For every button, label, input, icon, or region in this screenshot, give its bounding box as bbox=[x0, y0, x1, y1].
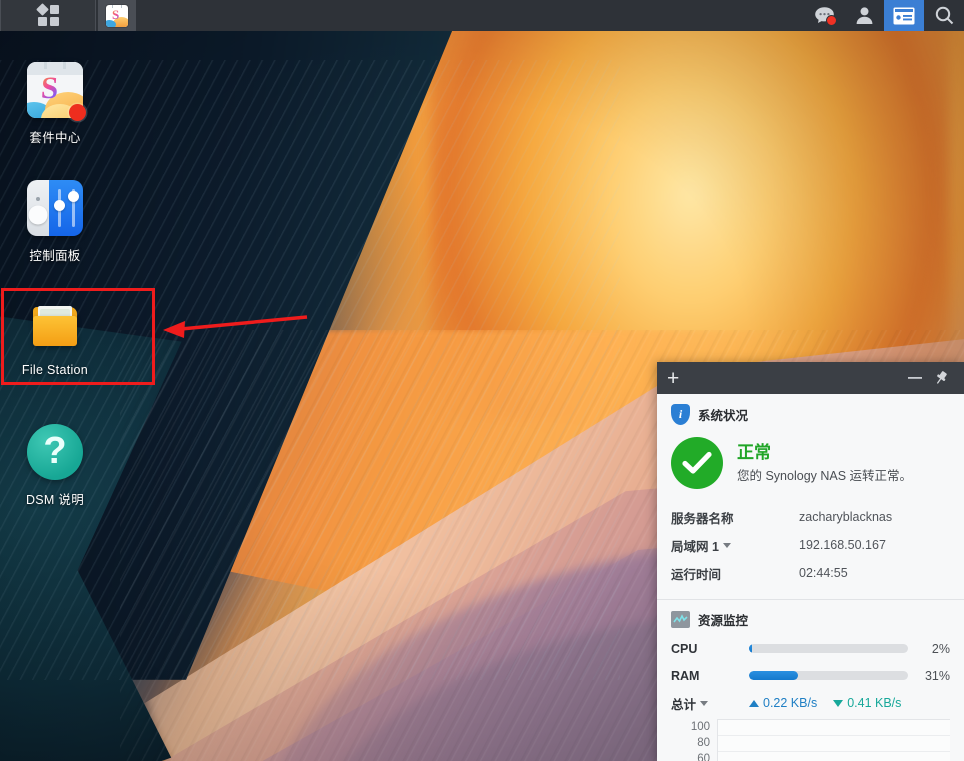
notification-badge bbox=[826, 15, 837, 26]
minimize-icon bbox=[908, 377, 922, 379]
taskbar-app-package-center[interactable]: S bbox=[98, 0, 136, 31]
network-label: 总计 bbox=[671, 697, 697, 712]
download-value: 0.41 KB/s bbox=[847, 696, 902, 710]
info-key: 局域网 1 bbox=[671, 539, 719, 554]
desktop-icon-dsm-help[interactable]: ? DSM 说明 bbox=[0, 424, 110, 508]
search-icon bbox=[935, 6, 953, 25]
add-widget-button[interactable]: + bbox=[667, 368, 679, 389]
dsm-desktop: S S 套件中心 控制面板 File Station ? DSM 说明 + i … bbox=[0, 0, 964, 761]
status-ok-icon bbox=[671, 437, 723, 489]
desktop-icon-label: 套件中心 bbox=[29, 131, 81, 145]
search-button[interactable] bbox=[924, 0, 964, 31]
minimize-widgets-button[interactable] bbox=[902, 365, 928, 391]
status-message: 您的 Synology NAS 运转正常。 bbox=[737, 469, 913, 484]
y-tick: 100 bbox=[690, 721, 710, 733]
desktop-icon-label: 控制面板 bbox=[29, 249, 81, 263]
update-badge bbox=[69, 104, 86, 121]
resource-chart: 100 80 60 bbox=[671, 717, 950, 761]
package-center-icon: S bbox=[27, 62, 86, 121]
widget-panel: + i 系统状况 正常 您的 Synology NAS 运转正常。 服务器名称 … bbox=[657, 362, 964, 761]
question-mark-icon: ? bbox=[27, 424, 83, 480]
chart-y-axis: 100 80 60 bbox=[671, 719, 717, 761]
app-grid-icon bbox=[35, 3, 59, 26]
widgets-button[interactable] bbox=[884, 0, 924, 31]
resource-monitor-title: 资源监控 bbox=[698, 614, 749, 628]
info-key: 服务器名称 bbox=[671, 511, 734, 526]
system-health-widget: i 系统状况 正常 您的 Synology NAS 运转正常。 服务器名称 za… bbox=[657, 394, 964, 600]
desktop-icon-label: File Station bbox=[21, 363, 89, 377]
widget-panel-header: + bbox=[657, 362, 964, 394]
widget-panel-icon bbox=[893, 7, 915, 24]
desktop-icon-file-station[interactable]: File Station bbox=[0, 298, 110, 377]
network-row[interactable]: 总计 0.22 KB/s 0.41 KB/s bbox=[671, 689, 950, 717]
taskbar-tray bbox=[804, 0, 964, 31]
taskbar: S bbox=[0, 0, 964, 31]
control-panel-icon bbox=[27, 180, 83, 236]
person-icon bbox=[856, 7, 872, 24]
cpu-bar bbox=[749, 644, 908, 653]
desktop-icon-control-panel[interactable]: 控制面板 bbox=[0, 180, 110, 264]
upload-value: 0.22 KB/s bbox=[763, 696, 818, 710]
chevron-down-icon[interactable] bbox=[722, 542, 731, 548]
upload-arrow-icon bbox=[749, 699, 759, 707]
y-tick: 60 bbox=[697, 753, 710, 761]
status-text: 正常 bbox=[737, 442, 771, 462]
info-row-lan[interactable]: 局域网 1 192.168.50.167 bbox=[671, 531, 950, 559]
ram-label: RAM bbox=[671, 668, 700, 683]
resource-monitor-widget: 资源监控 CPU 2% RAM 31% 总计 0.22 KB/s 0.41 KB… bbox=[657, 600, 964, 761]
desktop-icon-label: DSM 说明 bbox=[25, 493, 85, 507]
pushpin-icon bbox=[937, 371, 947, 384]
info-row-uptime: 运行时间 02:44:55 bbox=[671, 559, 950, 587]
folder-icon bbox=[27, 298, 83, 354]
notifications-button[interactable] bbox=[804, 0, 844, 31]
info-value: 192.168.50.167 bbox=[799, 538, 886, 552]
widget-panel-body: i 系统状况 正常 您的 Synology NAS 运转正常。 服务器名称 za… bbox=[657, 394, 964, 761]
download-rate: 0.41 KB/s bbox=[833, 696, 901, 710]
user-options-button[interactable] bbox=[844, 0, 884, 31]
download-arrow-icon bbox=[833, 699, 844, 707]
info-row-server-name: 服务器名称 zacharyblacknas bbox=[671, 503, 950, 531]
cpu-label: CPU bbox=[671, 641, 698, 656]
system-health-title: 系统状况 bbox=[698, 409, 749, 423]
pin-widgets-button[interactable] bbox=[928, 365, 954, 391]
ram-bar bbox=[749, 671, 908, 680]
desktop-icon-package-center[interactable]: S 套件中心 bbox=[0, 62, 110, 146]
chevron-down-icon[interactable] bbox=[700, 700, 709, 706]
ram-row: RAM 31% bbox=[671, 662, 950, 689]
system-info-rows: 服务器名称 zacharyblacknas 局域网 1 192.168.50.1… bbox=[671, 503, 950, 587]
cpu-row: CPU 2% bbox=[671, 635, 950, 662]
info-value: 02:44:55 bbox=[799, 566, 848, 580]
upload-rate: 0.22 KB/s bbox=[749, 696, 817, 710]
resource-monitor-icon bbox=[671, 611, 690, 628]
y-tick: 80 bbox=[697, 737, 710, 749]
info-key: 运行时间 bbox=[671, 567, 722, 582]
chart-plot-area bbox=[717, 719, 950, 761]
info-value: zacharyblacknas bbox=[799, 510, 893, 524]
package-center-icon: S bbox=[106, 4, 128, 27]
main-menu-button[interactable] bbox=[0, 0, 96, 31]
cpu-percent: 2% bbox=[931, 641, 950, 656]
ram-percent: 31% bbox=[924, 668, 950, 683]
info-shield-icon: i bbox=[671, 404, 690, 425]
